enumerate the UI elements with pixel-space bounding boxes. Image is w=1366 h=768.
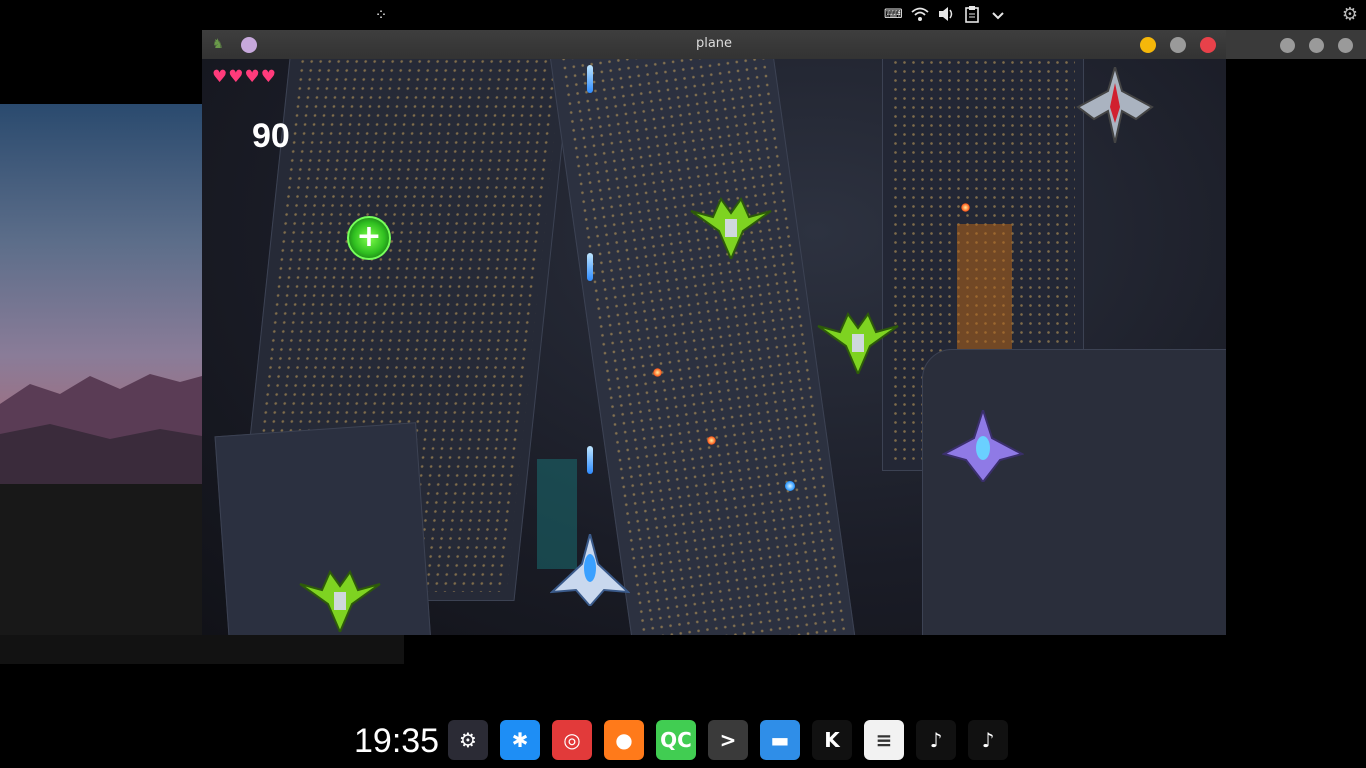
lit-window-panel [957, 224, 1012, 364]
player-bullet [587, 253, 593, 281]
minimize-button[interactable] [1280, 38, 1295, 53]
dock-plane-game-1-icon[interactable]: ♪ [916, 720, 956, 760]
dock-netease-music-icon[interactable]: ◎ [552, 720, 592, 760]
wifi-icon[interactable] [910, 6, 930, 24]
dock-terminal-icon[interactable]: > [708, 720, 748, 760]
top-panel: ⁘ ⌨ ⚙ [0, 0, 1366, 30]
health-powerup-icon: + [347, 216, 391, 260]
score: 90 [252, 117, 290, 155]
background-window-titlebar [1226, 30, 1366, 59]
enemy-bullet [653, 368, 662, 377]
green-enemy-ship-icon [690, 196, 772, 259]
green-enemy-ship-icon [817, 311, 899, 374]
plane-window: ♞ plane ♥♥♥♥ 90 + [202, 30, 1226, 635]
dock-text-editor-icon[interactable]: ≡ [864, 720, 904, 760]
desktop-wallpaper [0, 104, 202, 664]
chevron-down-icon[interactable] [990, 6, 1006, 24]
enemy-orb [785, 481, 795, 491]
purple-enemy-ship-icon [942, 410, 1024, 482]
close-button[interactable] [1200, 37, 1216, 53]
dock-control-center-icon[interactable]: ⚙ [448, 720, 488, 760]
enemy-bullet [707, 436, 716, 445]
clipboard-icon[interactable] [963, 6, 981, 24]
background-window-strip [0, 635, 404, 664]
maximize-button[interactable] [1309, 38, 1324, 53]
dock-file-manager-icon[interactable]: ▬ [760, 720, 800, 760]
window-title: plane [695, 36, 733, 51]
player-ship-icon[interactable] [550, 534, 630, 606]
minimize-button[interactable] [1140, 37, 1156, 53]
player-bullet [587, 65, 593, 93]
dock: 19:35 ⚙ ✱ ◎ ● QC > ▬ K ≡ ♪ ♪ [350, 714, 1020, 768]
dock-qt-creator-icon[interactable]: QC [656, 720, 696, 760]
green-enemy-ship-icon [299, 569, 381, 632]
maximize-button[interactable] [1170, 37, 1186, 53]
game-canvas[interactable]: ♥♥♥♥ 90 + [202, 59, 1226, 635]
dock-clock: 19:35 [354, 722, 440, 760]
dock-plane-game-2-icon[interactable]: ♪ [968, 720, 1008, 760]
close-button[interactable] [1338, 38, 1353, 53]
window-titlebar[interactable]: ♞ plane [202, 30, 1226, 60]
lives-hearts: ♥♥♥♥ [212, 67, 277, 87]
dock-kingsoft-icon[interactable]: K [812, 720, 852, 760]
keyboard-icon[interactable]: ⌨ [884, 6, 903, 24]
launcher-dots-icon[interactable]: ⁘ [372, 6, 390, 24]
dock-firefox-icon[interactable]: ● [604, 720, 644, 760]
enemy-bullet [961, 203, 970, 212]
gear-icon[interactable]: ⚙ [1340, 6, 1360, 24]
red-enemy-ship-icon [1076, 67, 1154, 143]
dock-tencent-qq-icon[interactable]: ✱ [500, 720, 540, 760]
player-bullet [587, 446, 593, 474]
volume-icon[interactable] [937, 6, 955, 24]
building [922, 349, 1226, 635]
